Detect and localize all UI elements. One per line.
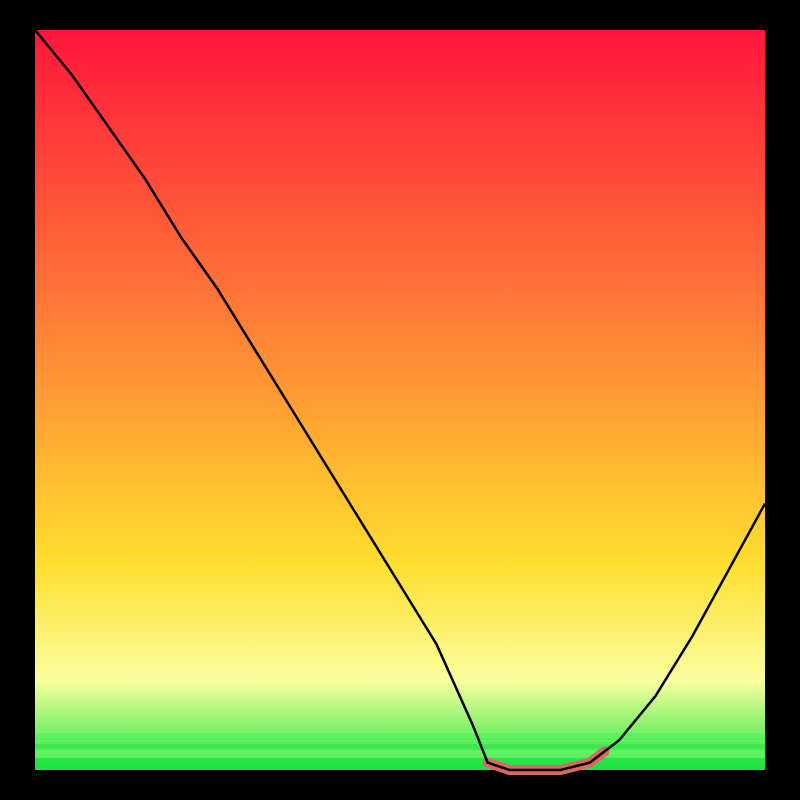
zero-band (35, 732, 765, 768)
plot-area (35, 30, 765, 770)
bottleneck-chart (0, 0, 800, 800)
